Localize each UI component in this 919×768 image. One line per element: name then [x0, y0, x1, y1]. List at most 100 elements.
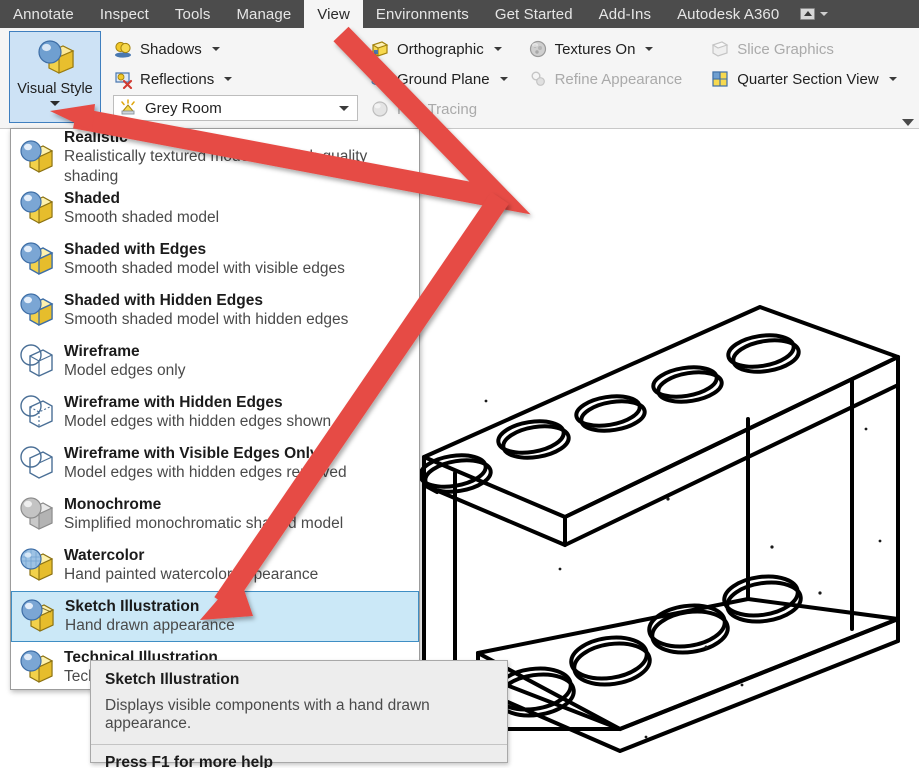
chevron-down-icon[interactable] [339, 105, 349, 111]
gallery-item-desc: Smooth shaded model with hidden edges [64, 311, 349, 328]
tab-autodesk-a360[interactable]: Autodesk A360 [664, 0, 792, 28]
inventor-window: Annotate Inspect Tools Manage View Envir… [0, 0, 919, 768]
slice-graphics-icon [711, 41, 729, 57]
tab-inspect[interactable]: Inspect [87, 0, 162, 28]
tab-annotate[interactable]: Annotate [0, 0, 87, 28]
camera-controls: Orthographic Ground Plane Ray Tracing [358, 28, 513, 124]
visual-style-icon [38, 40, 75, 74]
wireframe-style-icon [17, 343, 55, 381]
textures-on-button[interactable]: Textures On [523, 34, 688, 64]
gallery-item-monochrome[interactable]: Monochrome Simplified monochromatic shad… [11, 489, 419, 540]
wireframe-hidden-edges-style-icon [17, 394, 55, 432]
textures-on-label: Textures On [554, 40, 636, 58]
ribbon-tab-bar: Annotate Inspect Tools Manage View Envir… [0, 0, 919, 28]
tooltip-popup: Sketch Illustration Displays visible com… [90, 660, 508, 768]
ribbon-display-options-button[interactable] [792, 0, 840, 28]
visual-style-button-label: Visual Style [17, 81, 93, 97]
tab-tools[interactable]: Tools [162, 0, 224, 28]
gallery-item-realistic[interactable]: Realistic Realistically textured model w… [11, 129, 419, 185]
gallery-item-shaded-with-hidden-edges[interactable]: Shaded with Hidden Edges Smooth shaded m… [11, 285, 419, 336]
reflections-button[interactable]: Reflections [108, 64, 358, 94]
tab-environments[interactable]: Environments [363, 0, 482, 28]
tab-label: View [317, 5, 350, 23]
gallery-item-desc: Hand painted watercolor appearance [64, 566, 319, 583]
gallery-item-title: Shaded with Edges [64, 241, 207, 258]
gallery-item-wireframe-with-hidden-edges[interactable]: Wireframe with Hidden Edges Model edges … [11, 387, 419, 438]
visual-style-button[interactable]: Visual Style [9, 31, 101, 123]
shadows-button[interactable]: Shadows [108, 34, 358, 64]
gallery-item-sketch-illustration[interactable]: Sketch Illustration Hand drawn appearanc… [11, 591, 419, 642]
orthographic-button[interactable]: Orthographic [365, 34, 513, 64]
ribbon-group-camera: Orthographic Ground Plane Ray Tracing [358, 28, 513, 128]
slice-graphics-button: Slice Graphics [705, 34, 901, 64]
gallery-item-desc: Smooth shaded model with visible edges [64, 260, 345, 277]
gallery-item-title: Wireframe with Visible Edges Only [64, 445, 319, 462]
gallery-item-shaded-with-edges[interactable]: Shaded with Edges Smooth shaded model wi… [11, 234, 419, 285]
gallery-item-shaded[interactable]: Shaded Smooth shaded model [11, 183, 419, 234]
ribbon-panel-area: Visual Style Shadows Reflections Grey Ro… [0, 28, 919, 129]
gallery-item-title: Shaded with Hidden Edges [64, 292, 263, 309]
tab-label: Add-Ins [598, 5, 652, 23]
gallery-item-desc: Hand drawn appearance [65, 617, 235, 634]
chevron-down-icon[interactable] [499, 77, 508, 81]
tab-manage[interactable]: Manage [223, 0, 304, 28]
ribbon-group-windows: User Interface Clean Screen [916, 28, 919, 128]
wireframe-visible-edges-style-icon [17, 445, 55, 483]
lighting-style-combo[interactable]: Grey Room [113, 95, 358, 121]
technical-illustration-style-icon [17, 649, 55, 687]
slice-graphics-label: Slice Graphics [737, 40, 834, 58]
gallery-item-title: Sketch Illustration [65, 598, 200, 615]
tab-get-started[interactable]: Get Started [482, 0, 586, 28]
gallery-item-title: Watercolor [64, 547, 145, 564]
tab-label: Tools [174, 5, 211, 23]
tab-add-ins[interactable]: Add-Ins [586, 0, 664, 28]
quarter-section-view-button[interactable]: Quarter Section View [705, 64, 901, 94]
orthographic-label: Orthographic [397, 40, 484, 58]
tab-label: Inspect [99, 5, 149, 23]
realistic-style-icon [17, 139, 55, 177]
monochrome-style-icon [17, 496, 55, 534]
tooltip-body: Displays visible components with a hand … [105, 697, 430, 732]
refine-appearance-icon [531, 71, 545, 86]
gallery-item-title: Monochrome [64, 496, 162, 513]
chevron-down-icon [50, 101, 60, 106]
ray-tracing-icon [372, 101, 388, 117]
refine-appearance-button: Refine Appearance [523, 64, 688, 94]
gallery-item-title: Wireframe [64, 343, 140, 360]
reflections-label: Reflections [140, 70, 215, 88]
ray-tracing-label: Ray Tracing [397, 100, 478, 118]
ray-tracing-button: Ray Tracing [365, 94, 513, 124]
ribbon-group-textures: Textures On Refine Appearance [513, 28, 688, 128]
quarter-section-view-label: Quarter Section View [737, 70, 879, 88]
shaded-style-icon [17, 190, 55, 228]
quarter-section-icon [712, 71, 728, 87]
chevron-down-icon[interactable] [493, 47, 502, 51]
shaded-edges-style-icon [17, 241, 55, 279]
ground-plane-button[interactable]: Ground Plane [365, 64, 513, 94]
tab-view[interactable]: View [304, 0, 363, 28]
gallery-item-title: Realistic [64, 129, 128, 146]
chevron-down-icon[interactable] [211, 47, 220, 51]
ribbon-expand-icon[interactable] [902, 119, 914, 126]
shadows-icon [115, 41, 131, 58]
gallery-item-title: Wireframe with Hidden Edges [64, 394, 283, 411]
orthographic-icon [371, 41, 389, 57]
tooltip-footer: Press F1 for more help [105, 754, 273, 768]
gallery-item-wireframe[interactable]: Wireframe Model edges only [11, 336, 419, 387]
gallery-item-desc: Simplified monochromatic shaded model [64, 515, 344, 532]
texture-controls: Textures On Refine Appearance [513, 28, 688, 94]
gallery-item-watercolor[interactable]: Watercolor Hand painted watercolor appea… [11, 540, 419, 591]
window-icon [800, 8, 816, 20]
chevron-down-icon[interactable] [888, 77, 897, 81]
visual-style-gallery-menu[interactable]: Realistic Realistically textured model w… [10, 128, 420, 690]
sectioning-controls: Slice Graphics Quarter Section View [695, 28, 901, 94]
chevron-down-icon[interactable] [645, 47, 654, 51]
gallery-item-title: Shaded [64, 190, 120, 207]
sketch-illustration-style-icon [18, 598, 56, 636]
tooltip-title: Sketch Illustration [105, 671, 240, 688]
chevron-down-icon[interactable] [224, 77, 233, 81]
gallery-item-desc: Model edges with hidden edges shown [64, 413, 332, 430]
gallery-item-desc: Model edges only [64, 362, 186, 379]
gallery-item-wireframe-with-visible-edges-only[interactable]: Wireframe with Visible Edges Only Model … [11, 438, 419, 489]
tab-label: Environments [375, 5, 469, 23]
